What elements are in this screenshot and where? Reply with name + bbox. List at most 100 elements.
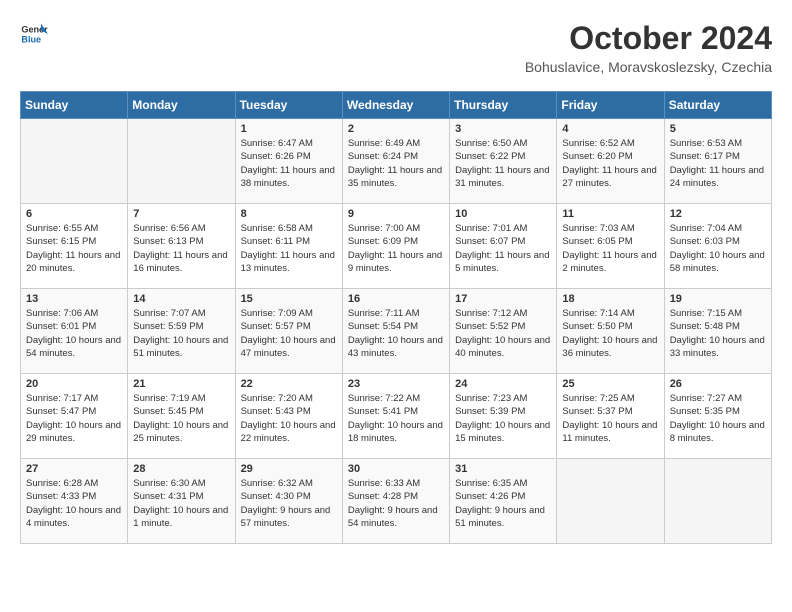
calendar-cell: 26Sunrise: 7:27 AMSunset: 5:35 PMDayligh…: [664, 374, 771, 459]
calendar-cell: 24 Sunrise: 7:23 AMSunset: 5:39 PMDayligh…: [450, 374, 557, 459]
calendar-cell: 4Sunrise: 6:52 AMSunset: 6:20 PMDaylight…: [557, 119, 664, 204]
cell-info: Sunrise: 6:28 AMSunset: 4:33 PMDaylight:…: [26, 477, 122, 530]
cell-info: Sunrise: 7:03 AMSunset: 6:05 PMDaylight:…: [562, 222, 658, 275]
calendar-cell: 9 Sunrise: 7:00 AMSunset: 6:09 PMDaylight…: [342, 204, 449, 289]
calendar-week-2: 6 Sunrise: 6:55 AMSunset: 6:15 PMDaylight…: [21, 204, 772, 289]
calendar-cell: 11 Sunrise: 7:03 AMSunset: 6:05 PMDayligh…: [557, 204, 664, 289]
cell-info: Sunrise: 6:58 AMSunset: 6:11 PMDaylight:…: [241, 222, 337, 275]
cell-info: Sunrise: 6:56 AMSunset: 6:13 PMDaylight:…: [133, 222, 229, 275]
svg-text:Blue: Blue: [21, 34, 41, 44]
day-number: 29: [241, 463, 337, 475]
calendar-cell: 28 Sunrise: 6:30 AMSunset: 4:31 PMDayligh…: [128, 459, 235, 544]
location-title: Bohuslavice, Moravskoslezsky, Czechia: [525, 59, 772, 75]
calendar-cell: 22 Sunrise: 7:20 AMSunset: 5:43 PMDayligh…: [235, 374, 342, 459]
calendar-week-5: 27 Sunrise: 6:28 AMSunset: 4:33 PMDayligh…: [21, 459, 772, 544]
calendar-cell: 29 Sunrise: 6:32 AMSunset: 4:30 PMDayligh…: [235, 459, 342, 544]
logo: General Blue: [20, 20, 48, 48]
cell-info: Sunrise: 7:25 AMSunset: 5:37 PMDaylight:…: [562, 392, 658, 445]
calendar-cell: 19Sunrise: 7:15 AMSunset: 5:48 PMDayligh…: [664, 289, 771, 374]
calendar-cell: 2 Sunrise: 6:49 AMSunset: 6:24 PMDaylight…: [342, 119, 449, 204]
day-number: 27: [26, 463, 122, 475]
calendar-cell: 6 Sunrise: 6:55 AMSunset: 6:15 PMDaylight…: [21, 204, 128, 289]
cell-info: Sunrise: 7:15 AMSunset: 5:48 PMDaylight:…: [670, 307, 766, 360]
calendar-cell: 15 Sunrise: 7:09 AMSunset: 5:57 PMDayligh…: [235, 289, 342, 374]
calendar-cell: 23 Sunrise: 7:22 AMSunset: 5:41 PMDayligh…: [342, 374, 449, 459]
day-number: 5: [670, 123, 766, 135]
day-header-thursday: Thursday: [450, 92, 557, 119]
calendar-cell: [664, 459, 771, 544]
cell-info: Sunrise: 7:04 AMSunset: 6:03 PMDaylight:…: [670, 222, 766, 275]
day-number: 9: [348, 208, 444, 220]
day-number: 31: [455, 463, 551, 475]
cell-info: Sunrise: 6:55 AMSunset: 6:15 PMDaylight:…: [26, 222, 122, 275]
day-number: 12: [670, 208, 766, 220]
cell-info: Sunrise: 6:49 AMSunset: 6:24 PMDaylight:…: [348, 137, 444, 190]
day-number: 18: [562, 293, 658, 305]
cell-info: Sunrise: 6:50 AMSunset: 6:22 PMDaylight:…: [455, 137, 551, 190]
cell-info: Sunrise: 7:19 AMSunset: 5:45 PMDaylight:…: [133, 392, 229, 445]
calendar-cell: 5 Sunrise: 6:53 AMSunset: 6:17 PMDaylight…: [664, 119, 771, 204]
day-number: 10: [455, 208, 551, 220]
day-number: 7: [133, 208, 229, 220]
day-number: 6: [26, 208, 122, 220]
calendar-header-row: SundayMondayTuesdayWednesdayThursdayFrid…: [21, 92, 772, 119]
calendar-week-4: 20Sunrise: 7:17 AMSunset: 5:47 PMDayligh…: [21, 374, 772, 459]
cell-info: Sunrise: 7:23 AMSunset: 5:39 PMDaylight:…: [455, 392, 551, 445]
calendar-cell: 10 Sunrise: 7:01 AMSunset: 6:07 PMDayligh…: [450, 204, 557, 289]
cell-info: Sunrise: 7:22 AMSunset: 5:41 PMDaylight:…: [348, 392, 444, 445]
cell-info: Sunrise: 7:00 AMSunset: 6:09 PMDaylight:…: [348, 222, 444, 275]
day-number: 15: [241, 293, 337, 305]
calendar-table: SundayMondayTuesdayWednesdayThursdayFrid…: [20, 91, 772, 544]
calendar-cell: 12 Sunrise: 7:04 AMSunset: 6:03 PMDayligh…: [664, 204, 771, 289]
calendar-cell: 14Sunrise: 7:07 AMSunset: 5:59 PMDayligh…: [128, 289, 235, 374]
calendar-week-1: 1 Sunrise: 6:47 AMSunset: 6:26 PMDaylight…: [21, 119, 772, 204]
title-block: October 2024 Bohuslavice, Moravskoslezsk…: [525, 20, 772, 75]
day-number: 26: [670, 378, 766, 390]
page-header: General Blue October 2024 Bohuslavice, M…: [20, 20, 772, 75]
cell-info: Sunrise: 6:47 AMSunset: 6:26 PMDaylight:…: [241, 137, 337, 190]
day-number: 22: [241, 378, 337, 390]
calendar-cell: [21, 119, 128, 204]
calendar-cell: 18 Sunrise: 7:14 AMSunset: 5:50 PMDayligh…: [557, 289, 664, 374]
cell-info: Sunrise: 7:14 AMSunset: 5:50 PMDaylight:…: [562, 307, 658, 360]
day-number: 4: [562, 123, 658, 135]
cell-info: Sunrise: 6:53 AMSunset: 6:17 PMDaylight:…: [670, 137, 766, 190]
day-number: 13: [26, 293, 122, 305]
day-number: 11: [562, 208, 658, 220]
calendar-cell: 17Sunrise: 7:12 AMSunset: 5:52 PMDayligh…: [450, 289, 557, 374]
calendar-cell: 13 Sunrise: 7:06 AMSunset: 6:01 PMDayligh…: [21, 289, 128, 374]
cell-info: Sunrise: 6:32 AMSunset: 4:30 PMDaylight:…: [241, 477, 337, 530]
cell-info: Sunrise: 7:01 AMSunset: 6:07 PMDaylight:…: [455, 222, 551, 275]
cell-info: Sunrise: 6:30 AMSunset: 4:31 PMDaylight:…: [133, 477, 229, 530]
cell-info: Sunrise: 7:09 AMSunset: 5:57 PMDaylight:…: [241, 307, 337, 360]
cell-info: Sunrise: 6:35 AMSunset: 4:26 PMDaylight:…: [455, 477, 551, 530]
day-number: 3: [455, 123, 551, 135]
calendar-body: 1 Sunrise: 6:47 AMSunset: 6:26 PMDaylight…: [21, 119, 772, 544]
cell-info: Sunrise: 7:11 AMSunset: 5:54 PMDaylight:…: [348, 307, 444, 360]
day-number: 24: [455, 378, 551, 390]
day-number: 21: [133, 378, 229, 390]
cell-info: Sunrise: 7:20 AMSunset: 5:43 PMDaylight:…: [241, 392, 337, 445]
calendar-cell: [128, 119, 235, 204]
calendar-cell: 16Sunrise: 7:11 AMSunset: 5:54 PMDayligh…: [342, 289, 449, 374]
cell-info: Sunrise: 7:06 AMSunset: 6:01 PMDaylight:…: [26, 307, 122, 360]
cell-info: Sunrise: 7:07 AMSunset: 5:59 PMDaylight:…: [133, 307, 229, 360]
day-number: 28: [133, 463, 229, 475]
day-number: 25: [562, 378, 658, 390]
calendar-cell: 21 Sunrise: 7:19 AMSunset: 5:45 PMDayligh…: [128, 374, 235, 459]
calendar-cell: 27 Sunrise: 6:28 AMSunset: 4:33 PMDayligh…: [21, 459, 128, 544]
calendar-cell: 3 Sunrise: 6:50 AMSunset: 6:22 PMDaylight…: [450, 119, 557, 204]
day-header-tuesday: Tuesday: [235, 92, 342, 119]
calendar-cell: 20Sunrise: 7:17 AMSunset: 5:47 PMDayligh…: [21, 374, 128, 459]
day-header-monday: Monday: [128, 92, 235, 119]
calendar-cell: [557, 459, 664, 544]
day-number: 1: [241, 123, 337, 135]
calendar-cell: 25 Sunrise: 7:25 AMSunset: 5:37 PMDayligh…: [557, 374, 664, 459]
day-number: 30: [348, 463, 444, 475]
day-number: 23: [348, 378, 444, 390]
day-header-wednesday: Wednesday: [342, 92, 449, 119]
day-number: 8: [241, 208, 337, 220]
day-number: 2: [348, 123, 444, 135]
logo-icon: General Blue: [20, 20, 48, 48]
calendar-cell: 31 Sunrise: 6:35 AMSunset: 4:26 PMDayligh…: [450, 459, 557, 544]
